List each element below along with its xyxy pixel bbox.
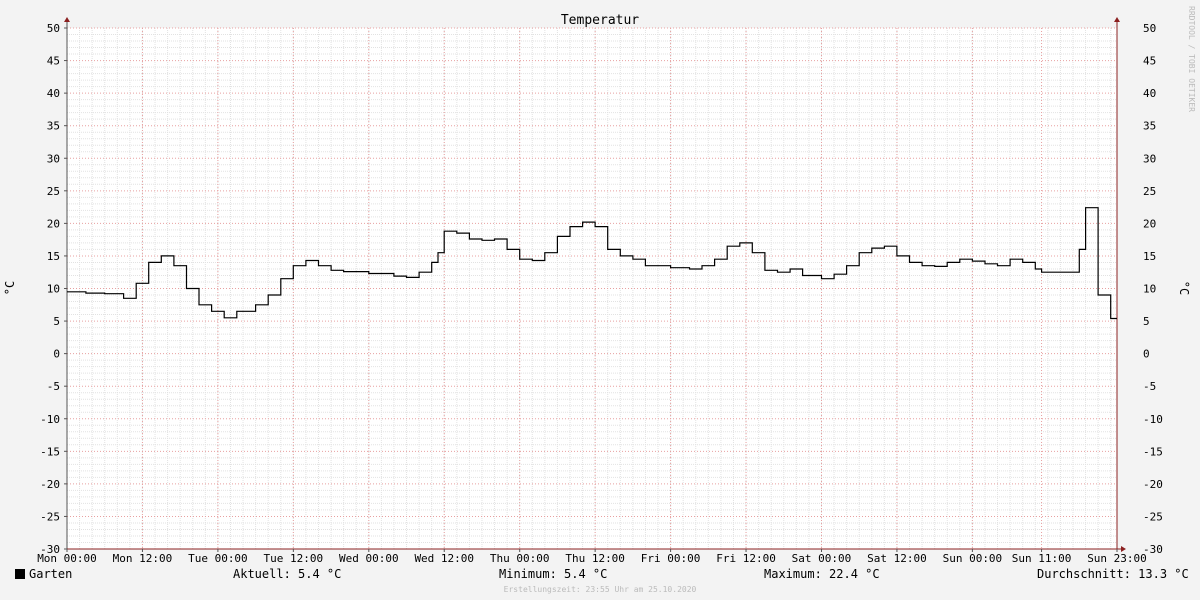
- y-axis-label-right: °C: [1177, 281, 1191, 295]
- x-tick-label: Sun 00:00: [943, 552, 1003, 565]
- legend-current: Aktuell: 5.4 °C: [233, 567, 342, 581]
- y-tick-label-left: 10: [47, 283, 60, 296]
- y-tick-label-left: -10: [40, 413, 60, 426]
- watermark: RRDTOOL / TOBI OETIKER: [1187, 6, 1196, 112]
- chart-container: 50 50 45 45 40 40 35 35 30 30 25 25 20 20 15 15 10 10 5 5 0 0…: [0, 0, 1200, 600]
- y-tick-label-left: 25: [47, 185, 60, 198]
- x-tick-label: Wed 00:00: [339, 552, 399, 565]
- y-tick-label-right: 25: [1143, 185, 1156, 198]
- legend-maximum: Maximum: 22.4 °C: [764, 567, 880, 581]
- y-tick-label-right: -5: [1143, 380, 1156, 393]
- x-tick-label: Fri 12:00: [716, 552, 776, 565]
- x-tick-label: Thu 12:00: [565, 552, 625, 565]
- y-tick-label-left: 0: [53, 348, 60, 361]
- y-tick-label-right: 0: [1143, 348, 1150, 361]
- x-tick-label: Mon 12:00: [113, 552, 173, 565]
- y-tick-label-left: -5: [47, 380, 60, 393]
- temperature-chart: 50 5045 4540 4035 3530 3025 2520 2015 1510 105 50 0…: [3, 6, 1196, 565]
- chart-title: Temperatur: [561, 13, 639, 28]
- y-tick-label-left: 15: [47, 250, 60, 263]
- y-tick-label-right: -15: [1143, 445, 1163, 458]
- y-tick-label-left: -20: [40, 478, 60, 491]
- legend-minimum: Minimum: 5.4 °C: [499, 567, 608, 581]
- x-tick-label: Sun 23:00: [1087, 552, 1147, 565]
- x-tick-label: Mon 00:00: [37, 552, 97, 565]
- y-tick-label-left: 20: [47, 217, 60, 230]
- x-tick-label: Sat 00:00: [792, 552, 852, 565]
- y-tick-label-left: 5: [53, 315, 60, 328]
- y-axis-right-arrow: [1114, 17, 1120, 22]
- legend-series: Garten: [15, 567, 72, 581]
- legend-average: Durchschnitt: 13.3 °C: [1037, 567, 1189, 581]
- y-tick-label-right: -25: [1143, 510, 1163, 523]
- legend-swatch: [15, 569, 25, 579]
- y-tick-label-left: 40: [47, 87, 60, 100]
- y-axis-label-left: °C: [3, 281, 17, 295]
- legend-series-name: Garten: [29, 567, 73, 581]
- x-tick-label: Tue 12:00: [264, 552, 324, 565]
- y-tick-label-right: 30: [1143, 152, 1156, 165]
- y-tick-label-right: -10: [1143, 413, 1163, 426]
- y-tick-label-right: 15: [1143, 250, 1156, 263]
- y-tick-label-left: -25: [40, 510, 60, 523]
- y-tick-label-right: 50: [1143, 22, 1156, 35]
- y-tick-label-right: 5: [1143, 315, 1150, 328]
- x-tick-label: Fri 00:00: [641, 552, 701, 565]
- y-tick-label-right: 10: [1143, 283, 1156, 296]
- x-tick-label: Sun 11:00: [1012, 552, 1072, 565]
- y-tick-label-left: 45: [47, 55, 60, 68]
- x-tick-label: Sat 12:00: [867, 552, 927, 565]
- creation-timestamp: Erstellungszeit: 23:55 Uhr am 25.10.2020: [503, 585, 697, 594]
- y-tick-label-right: 45: [1143, 55, 1156, 68]
- y-tick-label-right: 35: [1143, 120, 1156, 133]
- y-tick-label-right: 20: [1143, 217, 1156, 230]
- x-tick-label: Tue 00:00: [188, 552, 248, 565]
- y-axis-left-arrow: [64, 17, 70, 22]
- y-tick-label-right: -20: [1143, 478, 1163, 491]
- x-tick-label: Thu 00:00: [490, 552, 550, 565]
- x-tick-label: Wed 12:00: [414, 552, 474, 565]
- y-tick-label-right: 40: [1143, 87, 1156, 100]
- y-tick-label-left: -15: [40, 445, 60, 458]
- y-tick-label-left: 35: [47, 120, 60, 133]
- y-tick-label-left: 50: [47, 22, 60, 35]
- y-tick-label-left: 30: [47, 152, 60, 165]
